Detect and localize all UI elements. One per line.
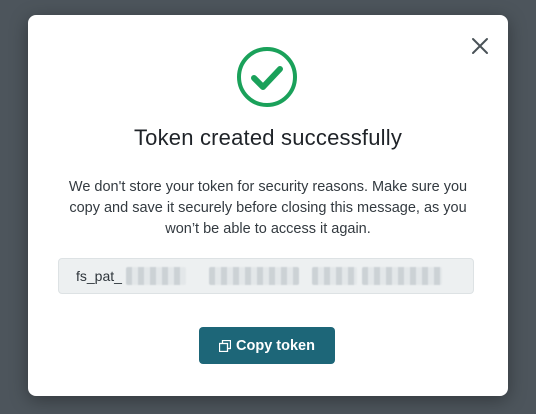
- token-redacted: [209, 267, 299, 285]
- token-redacted: [312, 267, 357, 285]
- check-circle-icon: [237, 47, 297, 107]
- close-icon: [472, 38, 488, 54]
- token-field[interactable]: fs_pat_: [58, 258, 474, 294]
- copy-token-button[interactable]: Copy token: [199, 327, 335, 364]
- dialog-description: We don't store your token for security r…: [68, 179, 468, 237]
- token-redacted: [362, 267, 442, 285]
- copy-token-label: Copy token: [236, 337, 315, 354]
- token-created-dialog: Token created successfully We don't stor…: [28, 15, 508, 396]
- dialog-title: Token created successfully: [133, 125, 403, 150]
- copy-icon: [219, 339, 232, 352]
- token-redacted: [126, 267, 186, 285]
- token-prefix: fs_pat_: [76, 268, 122, 284]
- close-button[interactable]: [470, 36, 490, 56]
